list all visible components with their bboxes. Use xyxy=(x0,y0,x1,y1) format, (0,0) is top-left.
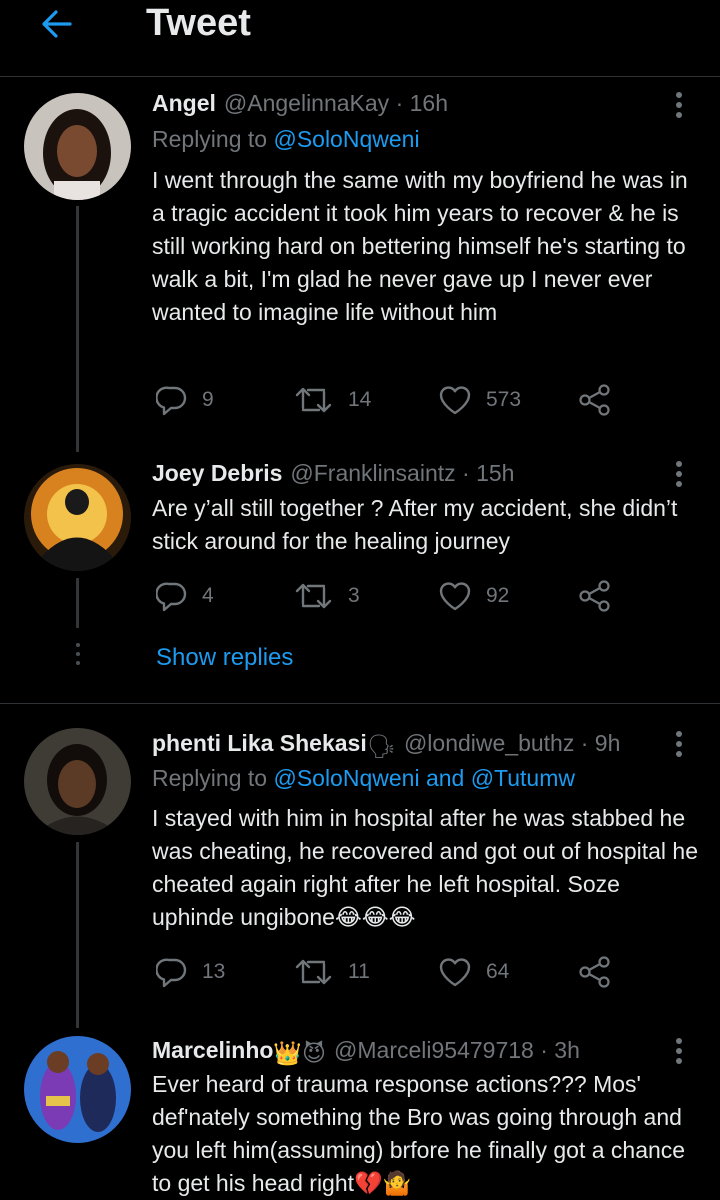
share-icon xyxy=(579,956,610,988)
thread-line xyxy=(76,578,79,628)
avatar[interactable] xyxy=(24,93,131,200)
reply-icon xyxy=(156,958,187,988)
mention-link[interactable]: @SoloNqweni xyxy=(273,126,419,152)
avatar[interactable] xyxy=(24,728,131,835)
retweet-button[interactable]: 3 xyxy=(294,576,360,616)
timestamp: · 15h xyxy=(462,460,515,486)
tweet-text: I went through the same with my boyfrien… xyxy=(152,167,688,325)
tweet-text: Ever heard of trauma response actions???… xyxy=(152,1071,686,1196)
timestamp: · 16h xyxy=(395,90,449,116)
share-button[interactable] xyxy=(578,952,626,992)
tweet-text: I stayed with him in hospital after he w… xyxy=(152,805,698,930)
retweet-button[interactable]: 14 xyxy=(294,380,371,420)
tweet-meta: Joey Debris @Franklinsaintz · 15h xyxy=(152,457,514,489)
display-name[interactable]: Angel xyxy=(152,90,216,116)
tweet-actions: 13 11 64 xyxy=(152,952,622,992)
reply-button[interactable]: 13 xyxy=(156,952,225,992)
divider xyxy=(0,703,720,704)
heart-icon xyxy=(439,958,471,987)
heart-icon xyxy=(439,582,471,611)
tweet-meta: phenti Lika Shekasi🗣 @londiwe_buthz · 9h xyxy=(152,727,620,762)
display-name[interactable]: phenti Lika Shekasi xyxy=(152,730,367,756)
display-name[interactable]: Marcelinho xyxy=(152,1037,273,1063)
tweet-actions: 4 3 92 xyxy=(152,576,622,616)
like-button[interactable]: 92 xyxy=(438,576,509,616)
like-button[interactable]: 573 xyxy=(438,380,521,420)
replying-to: Replying to @SoloNqweni and @Tutumw xyxy=(152,765,575,791)
tweet-text: Are y’all still together ? After my acci… xyxy=(152,495,678,554)
share-icon xyxy=(579,580,610,612)
tweet-actions: 9 14 573 xyxy=(152,380,622,420)
like-count: 573 xyxy=(486,388,522,411)
show-replies-link[interactable]: Show replies xyxy=(156,642,293,674)
share-button[interactable] xyxy=(578,380,626,420)
like-count: 92 xyxy=(486,584,510,607)
retweet-icon xyxy=(295,387,332,413)
user-handle[interactable]: @Marceli95479718 xyxy=(334,1037,534,1063)
share-button[interactable] xyxy=(578,576,626,616)
user-handle[interactable]: @Franklinsaintz xyxy=(290,460,455,486)
reply-icon xyxy=(156,386,187,416)
reply-count: 13 xyxy=(202,960,226,983)
reply-button[interactable]: 9 xyxy=(156,380,214,420)
crown-devil-emoji: 👑😈 xyxy=(273,1040,327,1066)
speaking-head-emoji: 🗣 xyxy=(366,733,396,759)
more-options-icon[interactable] xyxy=(676,92,684,122)
retweet-count: 11 xyxy=(348,960,370,983)
thread-dots xyxy=(76,643,80,670)
retweet-count: 3 xyxy=(348,584,360,607)
timestamp: · 3h xyxy=(540,1037,580,1063)
reply-icon xyxy=(156,582,187,612)
display-name[interactable]: Joey Debris xyxy=(152,460,282,486)
retweet-button[interactable]: 11 xyxy=(294,952,370,992)
reply-count: 9 xyxy=(202,388,214,411)
replying-to: Replying to @SoloNqweni xyxy=(152,126,420,152)
tweet-meta: Marcelinho👑😈 @Marceli95479718 · 3h xyxy=(152,1034,580,1069)
more-options-icon[interactable] xyxy=(676,1038,684,1068)
user-handle[interactable]: @AngelinnaKay xyxy=(224,90,389,116)
like-count: 64 xyxy=(486,960,510,983)
share-icon xyxy=(579,384,610,416)
more-options-icon[interactable] xyxy=(676,461,684,491)
reply-button[interactable]: 4 xyxy=(156,576,214,616)
like-button[interactable]: 64 xyxy=(438,952,509,992)
thread-line xyxy=(76,842,79,1028)
avatar[interactable] xyxy=(24,464,131,571)
user-handle[interactable]: @londiwe_buthz xyxy=(404,730,574,756)
more-options-icon[interactable] xyxy=(676,731,684,761)
mention-link[interactable]: @SoloNqweni and @Tutumw xyxy=(273,765,575,791)
avatar[interactable] xyxy=(24,1036,131,1143)
retweet-count: 14 xyxy=(348,388,372,411)
retweet-icon xyxy=(295,959,332,985)
thread-line xyxy=(76,206,79,452)
reply-count: 4 xyxy=(202,584,214,607)
heart-icon xyxy=(439,386,471,415)
tweet-meta: Angel @AngelinnaKay · 16h xyxy=(152,87,448,119)
retweet-icon xyxy=(295,583,332,609)
timestamp: · 9h xyxy=(580,730,621,756)
